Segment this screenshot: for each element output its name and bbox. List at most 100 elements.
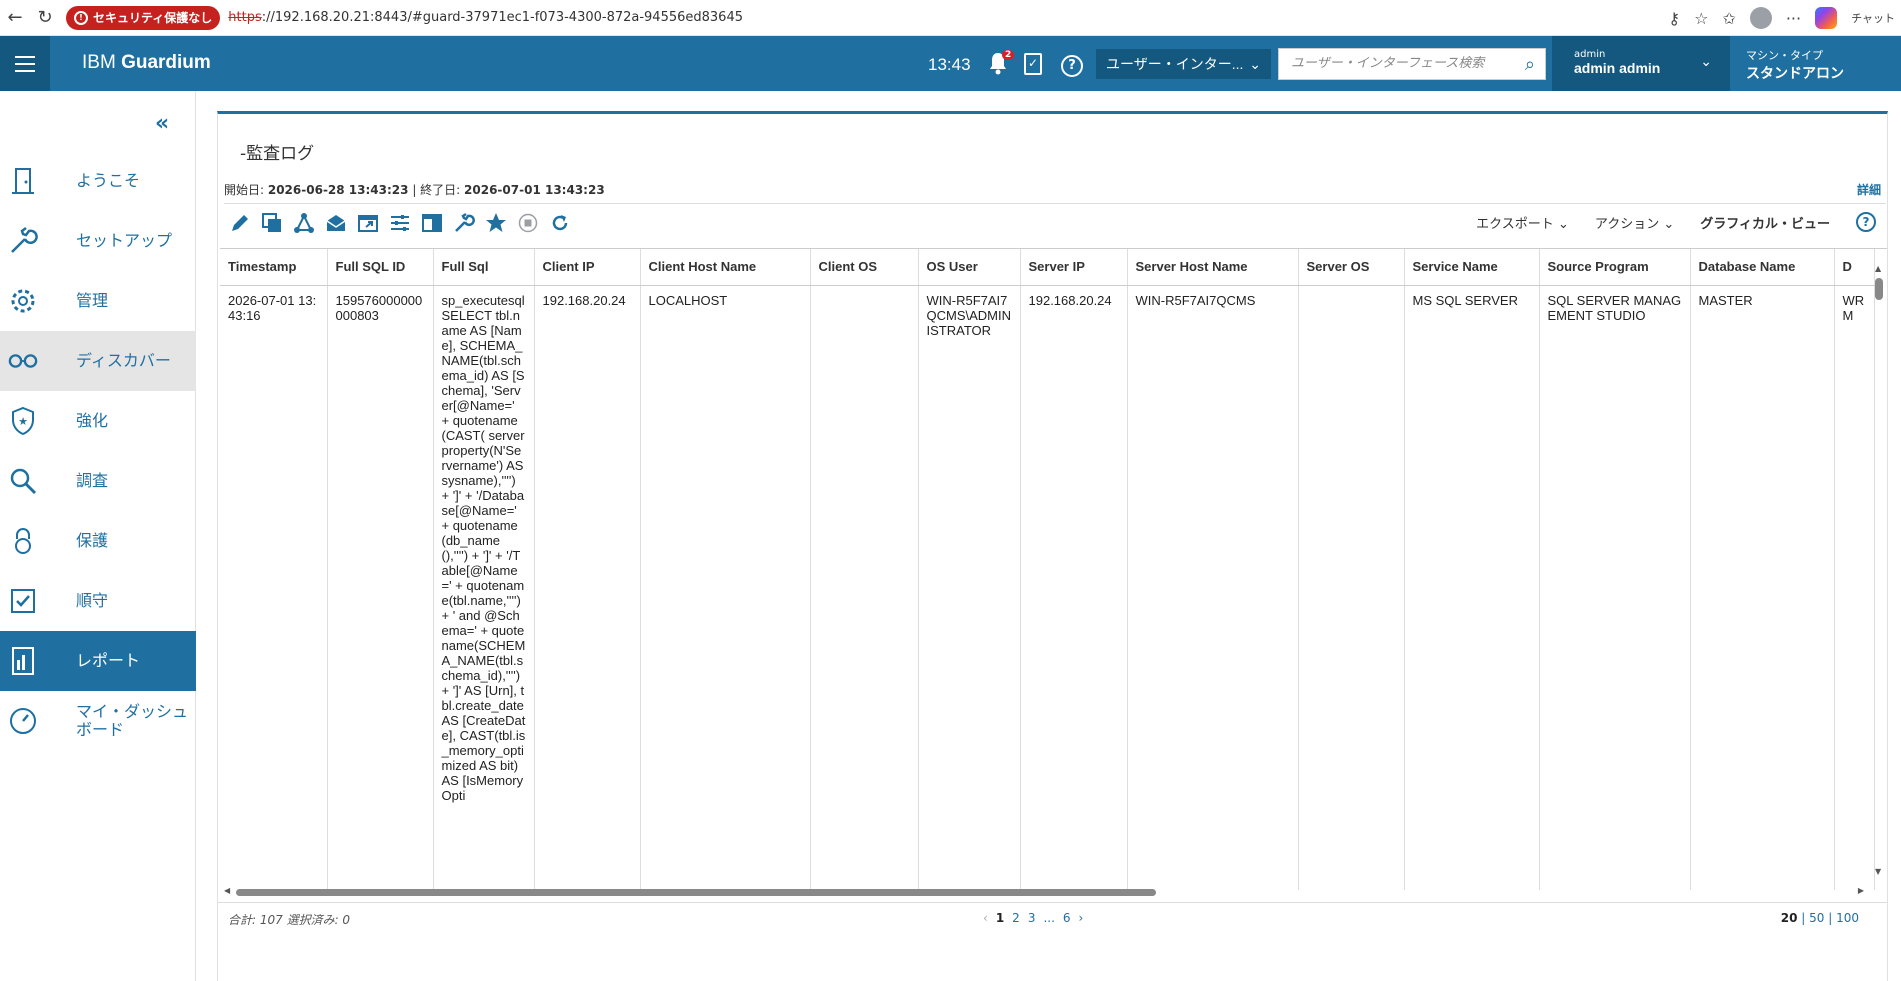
security-badge[interactable]: ! セキュリティ保護なし — [66, 5, 221, 30]
table-row[interactable]: 2026-07-01 13:43:16 159576000000000803 s… — [220, 285, 1875, 890]
network-icon[interactable] — [288, 207, 320, 239]
column-header[interactable]: Source Program — [1539, 249, 1691, 286]
page-size-option[interactable]: 50 — [1809, 911, 1824, 925]
page-ellipsis: ... — [1043, 911, 1055, 925]
page-title: -監査ログ — [240, 144, 315, 164]
table-footer: 合計: 107 選択済み: 0 ‹ 1 2 3 ... 6 › 20 | 50 … — [218, 902, 1887, 932]
ui-search-input[interactable]: ユーザー・インターフェース検索 ⌕ — [1278, 48, 1546, 80]
user-menu[interactable]: admin admin admin ⌄ — [1552, 36, 1730, 91]
page-link[interactable]: 3 — [1028, 911, 1036, 925]
help-icon[interactable]: ? — [1856, 212, 1876, 232]
table-cell: sp_executesql SELECT tbl.name AS [Name],… — [433, 285, 535, 890]
refresh-icon[interactable] — [544, 207, 576, 239]
column-header[interactable]: D — [1834, 249, 1875, 286]
page-link[interactable]: 2 — [1012, 911, 1020, 925]
dashboard-icon — [8, 706, 38, 736]
scroll-up-icon[interactable]: ▲ — [1875, 264, 1881, 273]
table-cell: WIN-R5F7AI7QCMS — [1127, 285, 1299, 890]
chat-label[interactable]: チャット — [1851, 10, 1895, 26]
horizontal-scrollbar[interactable]: ◀ ▶ — [224, 886, 1864, 898]
graphical-view-link[interactable]: グラフィカル・ビュー — [1700, 213, 1830, 232]
more-icon[interactable]: ··· — [1786, 9, 1801, 28]
details-link[interactable]: 詳細 — [1857, 181, 1881, 198]
scrollbar-thumb[interactable] — [236, 889, 1156, 896]
page-size-option[interactable]: 100 — [1836, 911, 1859, 925]
column-header[interactable]: Timestamp — [220, 249, 328, 286]
sidebar-item-welcome[interactable]: ようこそ — [0, 151, 196, 211]
star-icon[interactable] — [480, 207, 512, 239]
scroll-right-icon[interactable]: ▶ — [1858, 886, 1864, 895]
ui-selector[interactable]: ユーザー・インター... ⌄ — [1096, 49, 1271, 79]
sliders-icon[interactable] — [384, 207, 416, 239]
help-icon[interactable]: ? — [1061, 55, 1083, 77]
column-header[interactable]: Database Name — [1690, 249, 1835, 286]
profile-avatar[interactable] — [1749, 7, 1772, 29]
edit-pencil-icon[interactable] — [224, 207, 256, 239]
column-header[interactable]: Full Sql — [433, 249, 535, 286]
column-header[interactable]: Client IP — [534, 249, 641, 286]
table-cell — [1298, 285, 1405, 890]
date-range: 開始日: 2026-06-28 13:43:23 | 終了日: 2026-07-… — [224, 183, 605, 197]
search-icon[interactable]: ⌕ — [1525, 50, 1535, 80]
table-cell: WRM — [1834, 285, 1875, 890]
total-count: 合計: 107 選択済み: 0 — [228, 913, 351, 927]
sidebar-item-discover[interactable]: ディスカバー — [0, 331, 196, 391]
sidebar-item-harden[interactable]: ★ 強化 — [0, 391, 196, 451]
checkbox-icon — [8, 586, 38, 616]
audit-log-table: Timestamp Full SQL ID Full Sql Client IP… — [220, 248, 1887, 890]
star-outline-icon[interactable]: ☆ — [1694, 9, 1708, 28]
stop-icon[interactable] — [512, 207, 544, 239]
open-window-icon[interactable] — [352, 207, 384, 239]
table-cell: MS SQL SERVER — [1404, 285, 1540, 890]
scrollbar-thumb[interactable] — [1875, 278, 1883, 300]
address-bar[interactable]: https://192.168.20.21:8443/#guard-37971e… — [228, 10, 743, 25]
copilot-icon[interactable] — [1815, 7, 1838, 29]
page-link[interactable]: 1 — [996, 911, 1004, 925]
clipboard-check-icon[interactable]: ✓ — [1024, 53, 1042, 75]
toolbar-right: エクスポート ⌄ アクション ⌄ グラフィカル・ビュー ? — [1476, 212, 1876, 232]
sidebar-item-manage[interactable]: 管理 — [0, 271, 196, 331]
back-icon[interactable]: ← — [0, 3, 30, 33]
table-cell: SQL SERVER MANAGEMENT STUDIO — [1539, 285, 1691, 890]
collapse-sidebar-icon[interactable]: ‹‹ — [155, 111, 169, 136]
table-cell: MASTER — [1690, 285, 1835, 890]
reload-icon[interactable]: ↻ — [30, 3, 60, 33]
wrench-icon[interactable] — [448, 207, 480, 239]
column-header[interactable]: Service Name — [1404, 249, 1540, 286]
chevron-down-icon: ⌄ — [1663, 216, 1675, 232]
table-cell: 159576000000000803 — [327, 285, 434, 890]
prev-page-icon[interactable]: ‹ — [983, 911, 988, 925]
scroll-down-icon[interactable]: ▼ — [1875, 867, 1881, 876]
sidebar-item-investigate[interactable]: 調査 — [0, 451, 196, 511]
door-icon — [8, 166, 38, 196]
scroll-left-icon[interactable]: ◀ — [224, 886, 230, 895]
page-link[interactable]: 6 — [1063, 911, 1071, 925]
action-dropdown[interactable]: アクション ⌄ — [1595, 213, 1674, 232]
report-toolbar: エクスポート ⌄ アクション ⌄ グラフィカル・ビュー ? — [224, 203, 1886, 241]
sidebar-item-setup[interactable]: セットアップ — [0, 211, 196, 271]
sidebar-item-dashboard[interactable]: マイ・ダッシュ ボード — [0, 691, 196, 751]
column-header[interactable]: Server OS — [1298, 249, 1405, 286]
favorites-icon[interactable]: ✩ — [1722, 9, 1735, 28]
column-header[interactable]: OS User — [918, 249, 1021, 286]
layout-columns-icon[interactable] — [416, 207, 448, 239]
copy-icon[interactable] — [256, 207, 288, 239]
vertical-scrollbar[interactable]: ▲ ▼ — [1873, 264, 1885, 876]
next-page-icon[interactable]: › — [1079, 911, 1084, 925]
glasses-icon — [8, 346, 38, 376]
sidebar-item-reports[interactable]: レポート — [0, 631, 196, 691]
page-size-option[interactable]: 20 — [1781, 911, 1798, 925]
column-header[interactable]: Client OS — [810, 249, 919, 286]
browser-bar: ← ↻ ! セキュリティ保護なし https://192.168.20.21:8… — [0, 0, 1901, 36]
sidebar-item-comply[interactable]: 順守 — [0, 571, 196, 631]
export-dropdown[interactable]: エクスポート ⌄ — [1476, 213, 1569, 232]
sidebar-item-protect[interactable]: 保護 — [0, 511, 196, 571]
column-header[interactable]: Full SQL ID — [327, 249, 434, 286]
mail-open-icon[interactable] — [320, 207, 352, 239]
column-header[interactable]: Server IP — [1020, 249, 1128, 286]
key-icon[interactable]: ⚷ — [1668, 9, 1680, 28]
column-header[interactable]: Server Host Name — [1127, 249, 1299, 286]
column-header[interactable]: Client Host Name — [640, 249, 811, 286]
lock-icon — [8, 526, 38, 556]
hamburger-menu-icon[interactable] — [0, 36, 50, 91]
